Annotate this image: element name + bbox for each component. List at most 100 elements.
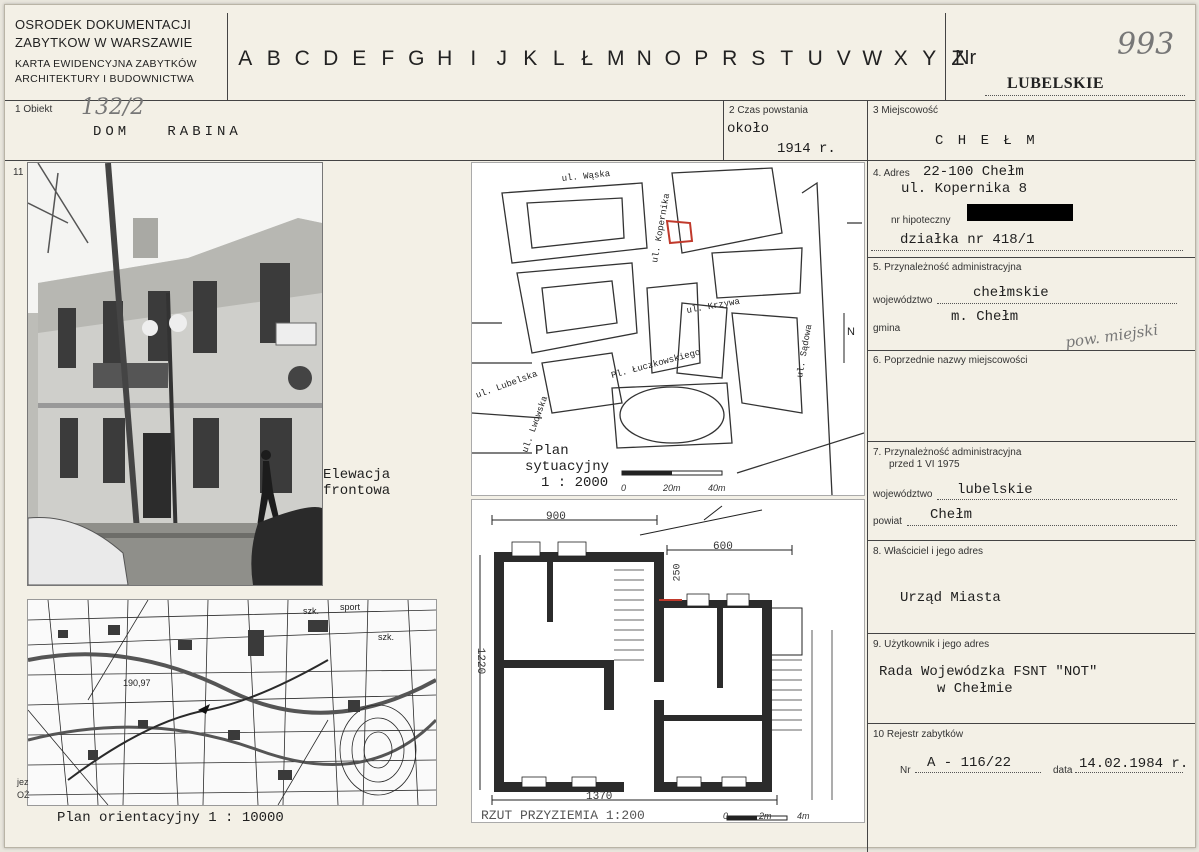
alphabet-letter: L: [552, 47, 565, 70]
object-name: DOM RABINA: [93, 124, 242, 140]
orientation-map-caption: Plan orientacyjny 1 : 10000: [57, 810, 284, 826]
photo-field-number: 11: [13, 167, 24, 178]
admin1975-district-value: Chełm: [930, 507, 973, 523]
svg-text:sport: sport: [340, 602, 361, 612]
address-line1: 22-100 Chełm: [923, 164, 1024, 180]
date-value-line1: około: [727, 121, 770, 137]
alphabet-letter: B: [266, 47, 281, 70]
floor-plan-caption: RZUT PRZYZIEMIA 1:200: [481, 808, 645, 823]
svg-text:szk.: szk.: [303, 606, 319, 616]
register-label: 10 Rejestr zabytków: [873, 729, 964, 740]
alphabet-letter: N: [636, 47, 652, 70]
dim-600: 600: [713, 541, 733, 553]
site-plan-map: ul. Wąska ul. Kopernika ul. Krzywa Pl. Ł…: [471, 162, 865, 496]
locality-label: 3 Miejscowość: [873, 105, 939, 116]
user-value-line1: Rada Wojewódzka FSNT "NOT": [879, 664, 1098, 680]
svg-text:N: N: [847, 326, 855, 338]
admin1975-label: 7. Przynależność administracyjna: [873, 447, 1022, 458]
dim-250: 250: [672, 563, 684, 582]
record-number-label: Nr: [955, 47, 977, 69]
register-nr-value: A - 116/22: [927, 755, 1012, 771]
alphabet-letter: Y: [922, 47, 937, 70]
redacted-mortgage-number: [967, 204, 1073, 221]
floor-scale-2: 2m: [759, 811, 772, 821]
object-label: 1 Obiekt: [15, 104, 53, 115]
admin1975-sublabel: przed 1 VI 1975: [889, 459, 960, 470]
site-plan-caption-line2: sytuacyjny: [525, 459, 610, 475]
mortgage-label: nr hipoteczny: [891, 215, 951, 226]
user-label: 9. Użytkownik i jego adres: [873, 639, 990, 650]
owner-value: Urząd Miasta: [900, 590, 1001, 606]
orientation-map-edge-label-1: jez: [17, 777, 29, 787]
svg-text:Pl. Łuczkowskiego: Pl. Łuczkowskiego: [610, 347, 701, 380]
inventory-card: OSRODEK DOKUMENTACJI ZABYTKOW W WARSZAWI…: [4, 4, 1196, 852]
alphabet-letter: I: [470, 47, 477, 70]
svg-text:szk.: szk.: [378, 632, 394, 642]
alphabet-letter: H: [437, 47, 453, 70]
register-nr-label: Nr: [900, 765, 911, 776]
admin-commune-label: gmina: [873, 323, 901, 334]
site-plan-scale-0: 0: [621, 483, 627, 493]
alphabet-letter: A: [238, 47, 253, 70]
user-value-line2: w Chełmie: [937, 681, 1013, 697]
alphabet-letter: F: [381, 47, 395, 70]
admin-voivodeship-label: województwo: [873, 295, 933, 306]
alphabet-letter: V: [836, 47, 851, 70]
dim-1370: 1370: [586, 791, 613, 803]
alphabet-letter: Ł: [581, 47, 594, 70]
register-date-value: 14.02.1984 r.: [1079, 756, 1189, 772]
building-photo-illustration: [28, 163, 322, 585]
svg-text:ul. Wąska: ul. Wąska: [561, 169, 611, 184]
date-label: 2 Czas powstania: [729, 105, 808, 116]
record-number-handwritten: 993: [1117, 27, 1175, 62]
svg-text:ul. Lubelska: ul. Lubelska: [475, 369, 540, 401]
institution-name-line1: OSRODEK DOKUMENTACJI: [15, 17, 192, 32]
floor-scale-4: 4m: [797, 811, 810, 821]
alphabet-letter: K: [523, 47, 538, 70]
front-elevation-photo: [27, 162, 323, 586]
site-plan-scale-40: 40m: [708, 483, 726, 493]
admin-voivodeship-value: chełmskie: [973, 285, 1049, 301]
admin1975-voivodeship-label: województwo: [873, 489, 933, 500]
alphabet-letter: W: [862, 47, 883, 70]
alphabet-letter: T: [780, 47, 794, 70]
alphabet-letter: D: [323, 47, 339, 70]
site-plan-scale-20: 20m: [663, 483, 681, 493]
card-type-line2: ARCHITEKTURY I BUDOWNICTWA: [15, 73, 195, 85]
svg-text:190,97: 190,97: [123, 678, 151, 688]
locality-value: C H E Ł M: [935, 133, 1038, 149]
owner-label: 8. Właściciel i jego adres: [873, 546, 984, 557]
dim-1220: 1220: [474, 647, 487, 675]
alphabet-letter: X: [893, 47, 908, 70]
date-value-line2: 1914 r.: [777, 141, 836, 157]
admin-commune-value: m. Chełm: [951, 309, 1019, 325]
admin1975-voivodeship-value: lubelskie: [957, 482, 1033, 498]
ground-floor-plan: [471, 499, 865, 823]
alphabet-letter: O: [664, 47, 681, 70]
floor-scale-0: 0: [723, 811, 729, 821]
admin-commune-pencil-note: pow. miejski: [1064, 320, 1160, 352]
card-type-line1: KARTA EWIDENCYJNA ZABYTKÓW: [15, 58, 197, 70]
alphabet-letter: G: [408, 47, 425, 70]
voivodeship-heading: LUBELSKIE: [1007, 75, 1104, 92]
dim-900: 900: [546, 511, 566, 523]
orientation-map-illustration: szk. sport szk. 190,97: [28, 600, 436, 805]
institution-name-line2: ZABYTKOW W WARSZAWIE: [15, 35, 193, 50]
register-date-label: data: [1053, 765, 1073, 776]
site-plan-scale: 1 : 2000: [541, 475, 609, 491]
site-plan-illustration: ul. Wąska ul. Kopernika ul. Krzywa Pl. Ł…: [472, 167, 864, 495]
alphabet-letter: C: [294, 47, 310, 70]
alphabet-letter: E: [352, 47, 367, 70]
admin1975-district-label: powiat: [873, 516, 902, 527]
alphabet-letter: P: [694, 47, 709, 70]
alphabet-index: ABCDEFGHIJKLŁMNOPRSTUVWXYZ: [231, 19, 972, 99]
plot-number: działka nr 418/1: [900, 232, 1035, 248]
address-line2: ul. Kopernika 8: [901, 181, 1028, 197]
admin-label: 5. Przynależność administracyjna: [873, 262, 1022, 273]
floor-plan-illustration: [479, 505, 833, 821]
elevation-caption-line1: Elewacja: [323, 467, 391, 483]
alphabet-letter: U: [807, 47, 823, 70]
address-label: 4. Adres: [873, 168, 910, 179]
site-plan-caption-line1: Plan: [535, 443, 569, 459]
alphabet-letter: J: [496, 47, 508, 70]
